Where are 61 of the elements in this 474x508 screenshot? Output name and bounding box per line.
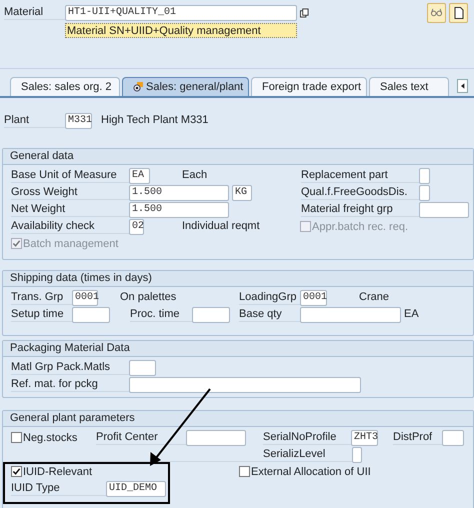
field-label: Qual.f.FreeGoodsDis. xyxy=(301,185,419,200)
document-icon xyxy=(454,6,464,18)
checkbox[interactable] xyxy=(11,466,22,477)
tab[interactable]: Sales: sales org. 2 xyxy=(10,77,120,96)
tab[interactable]: Sales: general/plant xyxy=(122,77,249,96)
checkbox[interactable] xyxy=(239,466,250,477)
checkbox-label: IUID-Relevant xyxy=(23,466,92,478)
input-field[interactable]: 1.500 xyxy=(129,184,229,200)
field-label: Material freight grp xyxy=(301,202,419,217)
checkbox-label: Appr.batch rec. req. xyxy=(312,220,408,232)
field-label: Matl Grp Pack.Matls xyxy=(11,360,129,375)
group-title: General data xyxy=(3,149,473,165)
tab-status-icon xyxy=(133,82,143,92)
caret-icon xyxy=(460,83,464,89)
input-field[interactable]: 0001 xyxy=(300,290,327,306)
field-label: Gross Weight xyxy=(11,185,129,200)
glasses-icon xyxy=(430,7,443,18)
scroll-left-button[interactable] xyxy=(457,79,468,93)
input-field[interactable] xyxy=(419,202,469,218)
input-field[interactable] xyxy=(419,168,430,184)
field-label: Availability check xyxy=(11,219,129,234)
toolbar-button[interactable] xyxy=(449,2,468,22)
field-label: Base Unit of Measure xyxy=(11,168,129,183)
group-title: Packaging Material Data xyxy=(3,341,473,357)
input-field[interactable]: 02 xyxy=(129,218,144,234)
material-description: Material SN+UIID+Quality management xyxy=(65,23,297,38)
checkbox[interactable] xyxy=(11,432,22,443)
input-field[interactable]: 0001 xyxy=(72,290,98,306)
field-label: Net Weight xyxy=(11,202,129,217)
input-field[interactable] xyxy=(352,446,362,462)
field-text: Individual reqmt xyxy=(182,219,261,234)
input-field[interactable]: M331 xyxy=(65,112,92,128)
input-field[interactable]: EA xyxy=(129,168,150,184)
field-text: On palettes xyxy=(120,290,178,305)
checkbox-label: Batch management xyxy=(23,238,118,250)
input-field[interactable] xyxy=(192,306,230,322)
input-field[interactable] xyxy=(442,430,464,446)
copy-icon[interactable] xyxy=(300,8,309,18)
input-field[interactable] xyxy=(186,430,246,446)
field-label: Replacement part xyxy=(301,168,419,183)
input-field[interactable] xyxy=(419,184,430,200)
input-field[interactable] xyxy=(129,360,156,376)
input-field[interactable] xyxy=(72,306,110,322)
input-field[interactable]: ZHT3 xyxy=(351,430,378,446)
input-field[interactable] xyxy=(300,306,401,322)
field-label: Ref. mat. for pckg xyxy=(11,377,129,392)
checkbox-label: External Allocation of UII xyxy=(251,466,371,478)
input-field[interactable]: 1.500 xyxy=(129,202,229,218)
input-field[interactable]: KG xyxy=(232,184,252,200)
input-field[interactable] xyxy=(129,376,361,392)
field-text: EA xyxy=(404,307,420,322)
input-field[interactable]: UID_DEMO xyxy=(106,480,166,496)
field-text: Crane xyxy=(359,290,390,305)
tab[interactable]: Sales text xyxy=(369,77,449,96)
material-field[interactable]: HT1-UII+QUALITY_01 xyxy=(65,4,297,20)
checkbox-label: Neg.stocks xyxy=(23,432,78,444)
field-text: High Tech Plant M331 xyxy=(101,113,210,128)
group-title: General plant parameters xyxy=(3,411,473,427)
field-text: Each xyxy=(182,168,208,183)
tab[interactable]: Foreign trade export xyxy=(251,77,367,96)
group-title: Shipping data (times in days) xyxy=(3,271,473,287)
